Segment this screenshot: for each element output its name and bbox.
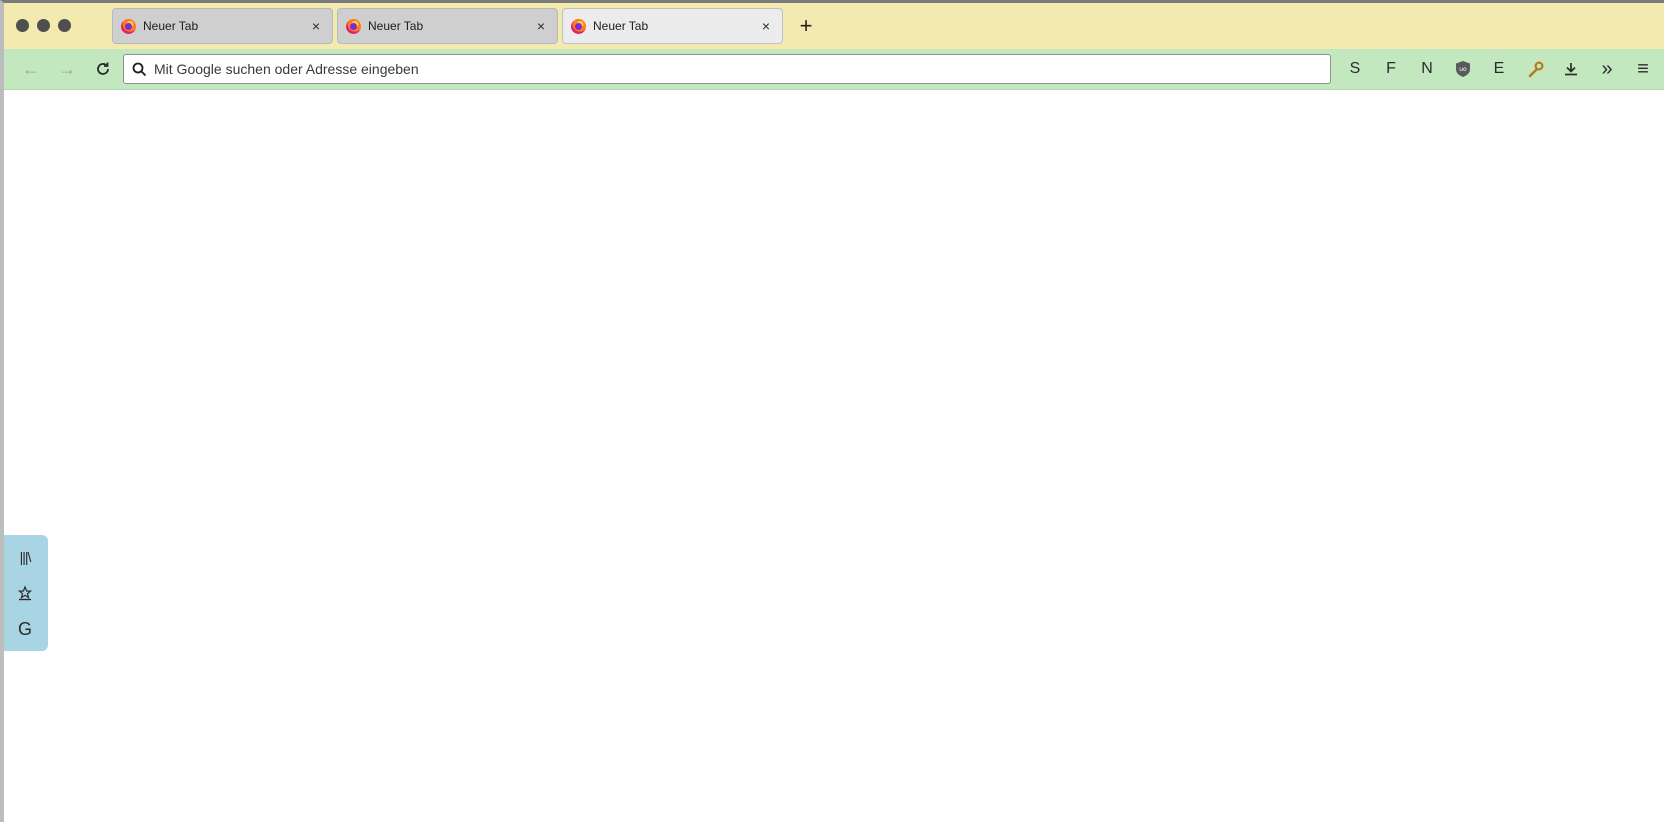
- navigation-toolbar: ← → S F N uo E: [4, 49, 1664, 90]
- overflow-menu-button[interactable]: »: [1594, 56, 1620, 82]
- address-bar[interactable]: [123, 54, 1331, 84]
- downloads-button[interactable]: [1558, 56, 1584, 82]
- g-sidebar-button[interactable]: G: [10, 614, 40, 644]
- tab-1[interactable]: Neuer Tab ×: [112, 8, 333, 44]
- hamburger-menu-button[interactable]: ≡: [1630, 56, 1656, 82]
- window-controls: [16, 19, 71, 32]
- download-icon: [1565, 63, 1577, 76]
- wrench-icon: [1528, 60, 1544, 77]
- tab-2[interactable]: Neuer Tab ×: [337, 8, 558, 44]
- close-tab-button[interactable]: ×: [533, 18, 549, 34]
- extension-e-button[interactable]: E: [1486, 56, 1512, 82]
- firefox-icon: [346, 18, 361, 34]
- firefox-icon: [571, 18, 586, 34]
- extension-s-button[interactable]: S: [1342, 56, 1368, 82]
- svg-text:uo: uo: [1459, 66, 1467, 73]
- library-button[interactable]: |||\: [10, 542, 40, 572]
- forward-button[interactable]: →: [54, 57, 80, 81]
- reload-icon: [97, 62, 109, 75]
- tab-3-active[interactable]: Neuer Tab ×: [562, 8, 783, 44]
- side-toolbar: |||\ G: [4, 535, 48, 651]
- close-tab-button[interactable]: ×: [758, 18, 774, 34]
- zoom-window-button[interactable]: [58, 19, 71, 32]
- ublock-shield-icon: uo: [1456, 61, 1470, 77]
- wrench-button[interactable]: [1522, 56, 1548, 82]
- firefox-icon: [121, 18, 136, 34]
- extension-n-button[interactable]: N: [1414, 56, 1440, 82]
- close-tab-button[interactable]: ×: [308, 18, 324, 34]
- bookmarks-sidebar-button[interactable]: [10, 578, 40, 608]
- tab-label: Neuer Tab: [143, 19, 199, 33]
- back-button[interactable]: ←: [18, 57, 44, 81]
- star-tray-icon: [17, 585, 33, 601]
- search-icon: [124, 62, 154, 77]
- tab-label: Neuer Tab: [368, 19, 424, 33]
- browser-window: Neuer Tab × Neuer Tab × Neuer Tab × + ← …: [0, 0, 1664, 822]
- tab-strip: Neuer Tab × Neuer Tab × Neuer Tab × +: [4, 3, 1664, 49]
- tab-label: Neuer Tab: [593, 19, 649, 33]
- url-input[interactable]: [154, 61, 1314, 77]
- extension-f-button[interactable]: F: [1378, 56, 1404, 82]
- ublock-button[interactable]: uo: [1450, 56, 1476, 82]
- new-tab-button[interactable]: +: [796, 15, 816, 37]
- close-window-button[interactable]: [16, 19, 29, 32]
- minimize-window-button[interactable]: [37, 19, 50, 32]
- reload-button[interactable]: [90, 57, 116, 81]
